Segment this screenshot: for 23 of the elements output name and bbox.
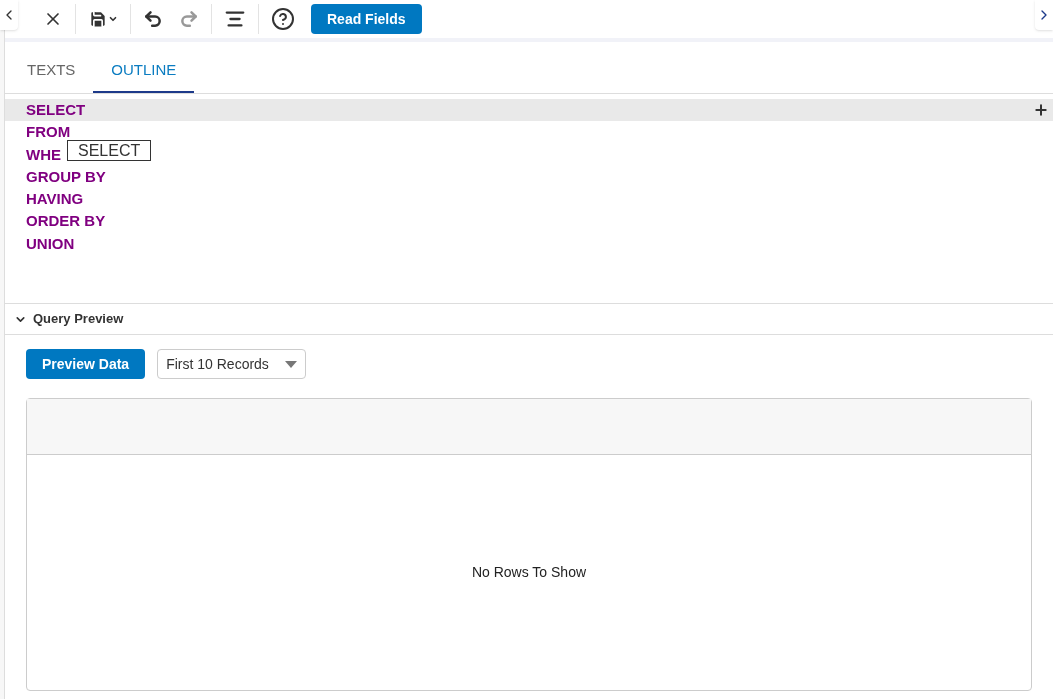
- outline-item[interactable]: ORDER BY: [26, 210, 106, 233]
- tab[interactable]: OUTLINE: [93, 42, 195, 93]
- caret-icon: [284, 360, 297, 368]
- undo-icon: [143, 9, 163, 29]
- outline-row[interactable]: SELECT: [5, 99, 1053, 122]
- tooltip: SELECT: [67, 140, 152, 161]
- caret-icon: [108, 14, 118, 24]
- help-icon: [271, 7, 295, 31]
- section-title: Query Preview: [33, 310, 124, 329]
- outline-item[interactable]: SELECT: [26, 98, 86, 122]
- add-icon[interactable]: [1033, 102, 1049, 118]
- collapse-left-button[interactable]: [0, 0, 18, 30]
- tab[interactable]: TEXTS: [9, 42, 94, 93]
- read-fields-button[interactable]: Read Fields: [311, 4, 422, 34]
- outline-item[interactable]: WHE: [26, 143, 61, 166]
- redo-icon: [179, 9, 199, 29]
- empty-message: No Rows To Show: [471, 563, 587, 582]
- align-center-icon: [224, 8, 246, 30]
- outline-item[interactable]: UNION: [26, 232, 75, 256]
- records-dropdown[interactable]: First 10 Records: [157, 349, 306, 379]
- outline-item[interactable]: GROUP BY: [26, 165, 106, 189]
- outline-item[interactable]: HAVING: [26, 188, 84, 211]
- preview-data-button[interactable]: Preview Data: [26, 349, 146, 379]
